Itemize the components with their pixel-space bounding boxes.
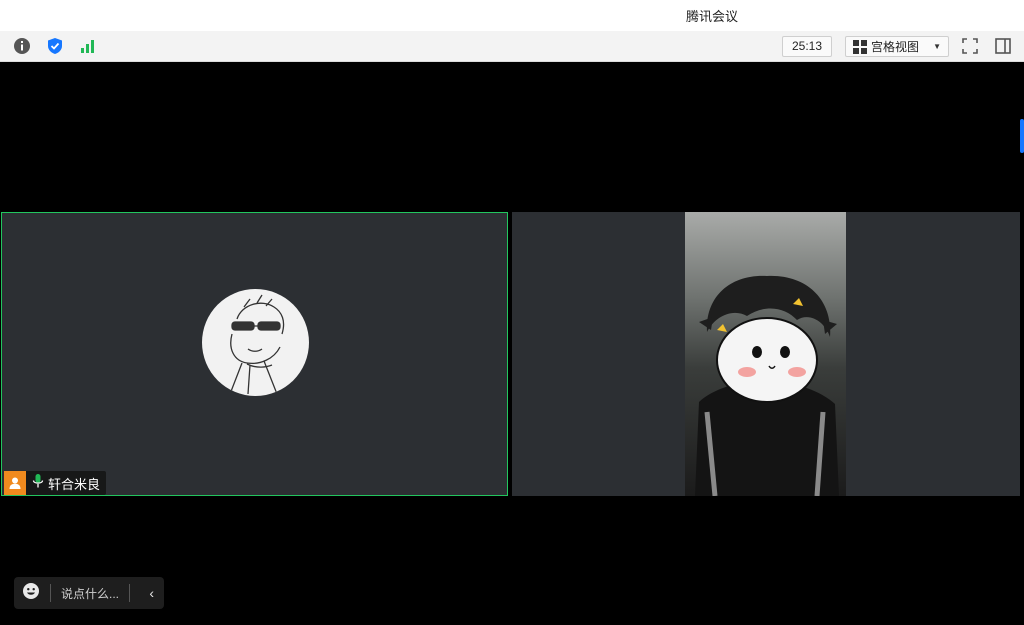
- meeting-toolbar: 25:13 宫格视图 ▼: [0, 31, 1024, 62]
- title-bar: 腾讯会议: [0, 0, 1024, 32]
- chevron-down-icon: ▼: [933, 42, 941, 51]
- divider: [50, 584, 51, 602]
- participant-tile-host[interactable]: 轩合米良: [1, 212, 508, 496]
- video-stage: 轩合米良 说点什么... ‹: [0, 62, 1024, 625]
- view-mode-label: 宫格视图: [871, 40, 920, 54]
- signal-icon[interactable]: [79, 37, 97, 55]
- view-mode-dropdown[interactable]: 宫格视图 ▼: [845, 36, 949, 57]
- fullscreen-icon[interactable]: [961, 37, 979, 55]
- host-icon: [4, 471, 26, 495]
- divider: [129, 584, 131, 602]
- avatar: [202, 289, 309, 396]
- info-icon[interactable]: [13, 37, 31, 55]
- side-panel-icon[interactable]: [994, 37, 1012, 55]
- microphone-icon: [32, 473, 44, 494]
- chat-input[interactable]: 说点什么...: [61, 585, 119, 602]
- meeting-timer: 25:13: [782, 36, 832, 57]
- emoji-icon[interactable]: [22, 582, 40, 605]
- participant-tile-video[interactable]: [512, 212, 1020, 496]
- chat-bar[interactable]: 说点什么... ‹: [14, 577, 164, 609]
- edge-handle[interactable]: [1020, 119, 1024, 153]
- window-title: 腾讯会议: [685, 9, 738, 24]
- participant-name-tag: 轩合米良: [4, 471, 107, 495]
- chevron-left-icon[interactable]: ‹: [149, 585, 154, 601]
- participant-name: 轩合米良: [48, 476, 101, 492]
- grid-view-icon: [853, 39, 867, 54]
- participant-video: [685, 212, 846, 496]
- shield-icon[interactable]: [46, 37, 64, 55]
